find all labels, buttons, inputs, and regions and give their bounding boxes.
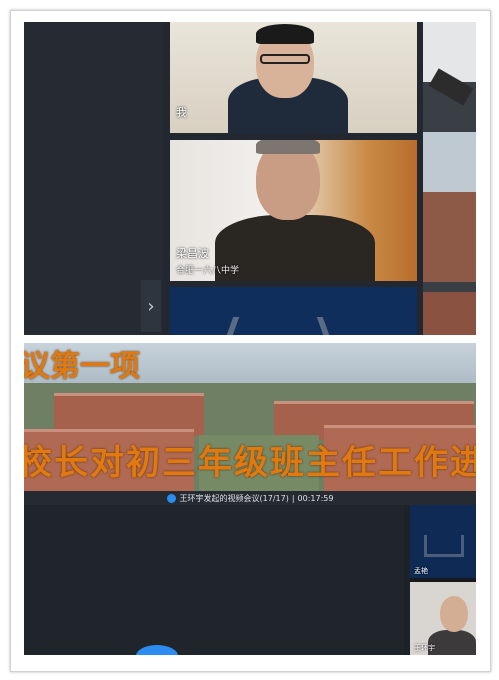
meeting-timer: 00:17:59: [297, 493, 334, 503]
shared-screen-banner: 议第一项 校长对初三年级班主任工作进行: [24, 343, 476, 491]
participant-name: 王环宇: [414, 644, 435, 652]
side-video-tile[interactable]: 孟艳: [410, 505, 476, 578]
video-call-screenshot-top: › 我 梁昌波 合肥一六八中学: [24, 22, 476, 335]
video-tile-participant[interactable]: 梁昌波 合肥一六八中学: [170, 140, 417, 281]
banner-subheading: 校长对初三年级班主任工作进行: [24, 443, 476, 483]
campus-building: [423, 192, 476, 282]
participant-head: [440, 596, 468, 632]
sky: [423, 22, 476, 82]
video-call-screenshot-bottom: 议第一项 校长对初三年级班主任工作进行 王环宇发起的视频会议(17/17) | …: [24, 343, 476, 655]
right-strip-campus: [423, 22, 476, 335]
main-video-area[interactable]: [24, 505, 404, 655]
side-video-tile[interactable]: 王环宇: [410, 582, 476, 655]
meeting-icon: [166, 493, 176, 503]
participant-name: 孟艳: [414, 567, 428, 575]
participant-name: 梁昌波: [176, 247, 209, 260]
campus-sky: [423, 132, 476, 192]
participant-hair: [256, 140, 320, 154]
chevron-glyph: ›: [147, 295, 155, 317]
campus-building: [423, 292, 476, 335]
meeting-separator: |: [291, 493, 295, 503]
shared-screen-preview[interactable]: [170, 287, 417, 335]
meeting-status-bar[interactable]: 王环宇发起的视频会议(17/17) | 00:17:59: [24, 491, 476, 505]
meeting-title: 王环宇发起的视频会议(17/17): [179, 493, 289, 503]
participant-body: [428, 630, 476, 655]
glasses: [260, 54, 310, 64]
preview-shape: [226, 317, 280, 335]
video-tile-self[interactable]: 我: [170, 22, 417, 133]
participant-name: 我: [176, 106, 187, 119]
participant-school: 合肥一六八中学: [176, 266, 240, 276]
participant-hair: [256, 24, 314, 44]
chevron-right-icon[interactable]: ›: [141, 280, 161, 332]
participant-sidebar: 孟艳 王环宇: [410, 505, 476, 655]
preview-shape: [424, 535, 464, 557]
preview-shape: [276, 317, 330, 335]
banner-heading: 议第一项: [24, 349, 140, 384]
